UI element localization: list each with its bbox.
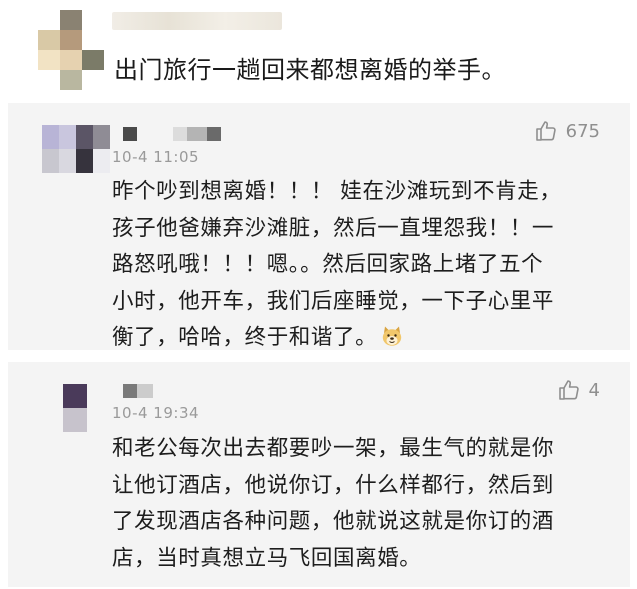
mosaic-tile (76, 149, 93, 173)
blurred-username[interactable] (112, 12, 282, 30)
mosaic-tile (60, 10, 82, 30)
comment-line-last: 衡了，哈哈，终于和谐了。 (112, 320, 610, 357)
mosaic-tile (82, 10, 104, 30)
original-post: 出门旅行一趟回来都想离婚的举手。 (0, 0, 637, 100)
mosaic-tile (76, 125, 93, 149)
mosaic-tile (93, 149, 110, 173)
mosaic-tile (59, 125, 76, 149)
comment-body: 和老公每次出去都要吵一架，最生气的就是你 让他订酒店，他说你订，什么样都行，然后… (112, 431, 610, 577)
comment-body: 昨个吵到想离婚！！！ 娃在沙滩玩到不肯走， 孩子他爸嫌弃沙滩脏，然后一直埋怨我！… (112, 174, 610, 357)
comment-card: 10-4 11:05 675 昨个吵到想离婚！！！ 娃在沙滩玩到不肯走， 孩子他… (8, 103, 630, 350)
comment-timestamp: 10-4 19:34 (112, 404, 200, 422)
comment-line: 路怒吼哦！！！嗯。。然后回家路上堵了五个 (112, 252, 544, 277)
mosaic-tile (63, 384, 87, 408)
mosaic-tile (42, 149, 59, 173)
mosaic-tile (38, 10, 60, 30)
comment-line: 让他订酒店，他说你订，什么样都行，然后到 (112, 472, 555, 498)
mosaic-tile (63, 408, 87, 432)
mosaic-tile (82, 70, 104, 90)
doge-emoji (381, 325, 403, 347)
mosaic-tile (93, 125, 110, 149)
blurred-username[interactable] (123, 127, 223, 141)
mosaic-tile (60, 30, 82, 50)
comment-line: 和老公每次出去都要吵一架，最生气的就是你 (112, 436, 555, 461)
like-count: 4 (588, 379, 600, 401)
weibo-comments-screenshot: 出门旅行一趟回来都想离婚的举手。 10-4 11:05 675 昨个吵到想离婚！… (0, 0, 637, 589)
mosaic-tile (38, 70, 60, 90)
post-text: 出门旅行一趟回来都想离婚的举手。 (114, 56, 506, 84)
comment-line: 昨个吵到想离婚！！！ 娃在沙滩玩到不肯走， (112, 179, 562, 204)
mosaic-tile (42, 125, 59, 149)
like-count: 675 (565, 120, 600, 142)
blurred-name-block (207, 127, 221, 141)
mosaic-tile (60, 50, 82, 70)
comment-line: 小时，他开车，我们后座睡觉，一下子心里平 (112, 288, 555, 314)
mosaic-tile (38, 30, 60, 50)
comment-line: 孩子他爸嫌弃沙滩脏，然后一直埋怨我！！一 (112, 215, 555, 241)
pixelated-avatar[interactable] (63, 384, 87, 432)
comment-line: 了发现酒店各种问题，他就说这就是你订的酒 (112, 509, 555, 534)
blurred-username[interactable] (123, 384, 183, 398)
blurred-name-block (137, 384, 153, 398)
pixelated-avatar[interactable] (38, 10, 104, 90)
mosaic-tile (82, 50, 104, 70)
thumbs-up-icon (557, 378, 581, 402)
comment-line: 店，当时真想立马飞回国离婚。 (112, 545, 422, 571)
thumbs-up-icon (534, 119, 558, 143)
blurred-name-block (187, 127, 207, 141)
comment-timestamp: 10-4 11:05 (112, 148, 200, 166)
like-button[interactable]: 675 (534, 119, 600, 143)
like-button[interactable]: 4 (557, 378, 600, 402)
mosaic-tile (82, 30, 104, 50)
blurred-name-block (123, 384, 137, 398)
mosaic-tile (60, 70, 82, 90)
comment-line-text: 衡了，哈哈，终于和谐了。 (112, 325, 378, 350)
mosaic-tile (59, 149, 76, 173)
comment-card: 10-4 19:34 4 和老公每次出去都要吵一架，最生气的就是你 让他订酒店，… (8, 362, 630, 587)
mosaic-tile (38, 50, 60, 70)
pixelated-avatar[interactable] (42, 125, 110, 173)
blurred-name-block (173, 127, 187, 141)
blurred-name-block (123, 127, 137, 141)
